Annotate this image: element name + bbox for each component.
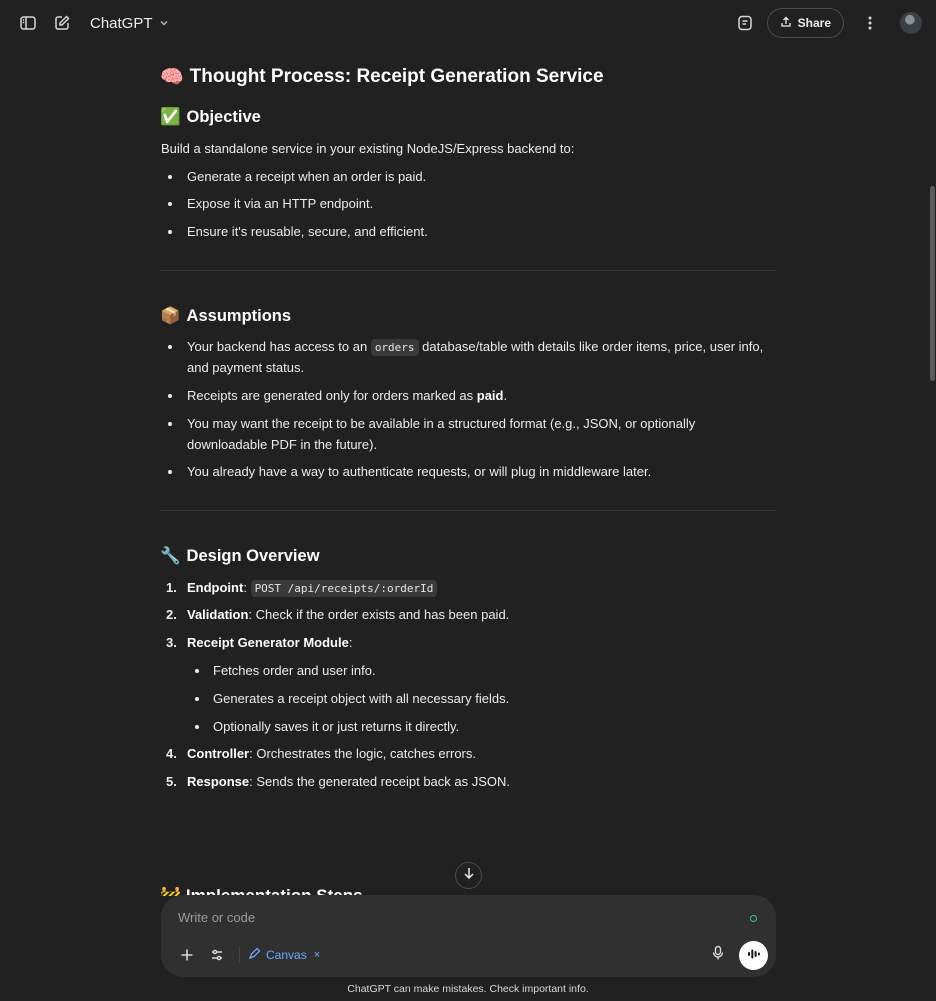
text-segment: . — [503, 387, 508, 403]
model-name: ChatGPT — [90, 14, 153, 32]
composer-tools: Canvas × — [175, 943, 320, 967]
assumptions-heading: 📦 Assumptions — [160, 303, 776, 329]
plus-icon[interactable] — [175, 943, 199, 967]
status-dot-icon — [750, 915, 757, 922]
text-segment: Your backend has access to an — [187, 339, 371, 355]
step-text: : Sends the generated receipt back as JS… — [249, 774, 511, 790]
package-icon: 📦 — [160, 305, 181, 325]
wrench-icon: 🔧 — [160, 546, 181, 566]
more-options-icon[interactable] — [854, 7, 886, 39]
bold-text: paid — [476, 387, 504, 403]
objective-list: Generate a receipt when an order is paid… — [160, 167, 776, 243]
scrollbar-thumb[interactable] — [930, 186, 935, 381]
step-label: Receipt Generator Module — [187, 635, 349, 651]
list-item: 2. Validation: Check if the order exists … — [160, 605, 776, 626]
message-title: 🧠 Thought Process: Receipt Generation Se… — [160, 62, 776, 92]
canvas-document-icon[interactable] — [729, 7, 761, 39]
avatar[interactable] — [900, 12, 922, 34]
list-item: Ensure it's reusable, secure, and effici… — [160, 222, 776, 243]
tools-sliders-icon[interactable] — [205, 943, 229, 967]
list-item: 1. Endpoint: POST /api/receipts/:orderId — [160, 578, 776, 599]
inline-code: orders — [370, 339, 419, 357]
check-mark-icon: ✅ — [160, 107, 181, 127]
share-label: Share — [797, 16, 831, 30]
share-icon — [780, 16, 792, 31]
design-heading-text: Design Overview — [186, 547, 320, 566]
step-label: Validation — [187, 607, 249, 623]
design-heading: 🔧 Design Overview — [160, 543, 776, 569]
step-text: : Check if the order exists and has been… — [248, 607, 510, 623]
objective-heading-text: Objective — [186, 108, 261, 127]
scrollbar[interactable] — [929, 46, 936, 1001]
step-number: 2. — [166, 607, 177, 623]
title-text: Thought Process: Receipt Generation Serv… — [189, 66, 604, 87]
step-label: Response — [187, 774, 250, 790]
text-segment: Receipts are generated only for orders m… — [187, 387, 477, 403]
disclaimer-footer: ChatGPT can make mistakes. Check importa… — [347, 983, 589, 995]
brain-icon: 🧠 — [160, 66, 184, 88]
objective-intro: Build a standalone service in your exist… — [161, 140, 575, 156]
list-item: 5. Response: Sends the generated receipt … — [160, 772, 776, 793]
list-item: Generates a receipt object with all nece… — [187, 689, 776, 710]
message-composer[interactable]: Write or code Canvas × — [161, 895, 776, 977]
waveform-icon — [747, 947, 761, 965]
list-item: 4. Controller: Orchestrates the logic, ca… — [160, 744, 776, 765]
step-number: 1. — [166, 579, 177, 595]
composer-input[interactable]: Write or code — [178, 910, 255, 925]
list-item: Fetches order and user info. — [187, 661, 776, 682]
arrow-down-icon — [462, 866, 476, 885]
share-button[interactable]: Share — [766, 8, 844, 38]
step-number: 3. — [166, 635, 177, 651]
step-label: Controller — [187, 746, 250, 762]
list-item: Expose it via an HTTP endpoint. — [160, 194, 776, 215]
sidebar-toggle-icon[interactable] — [12, 7, 44, 39]
list-item: Your backend has access to an orders dat… — [160, 337, 776, 379]
list-item: You already have a way to authenticate r… — [160, 462, 776, 483]
list-item: Generate a receipt when an order is paid… — [160, 167, 776, 188]
new-chat-icon[interactable] — [46, 7, 78, 39]
assumptions-heading-text: Assumptions — [186, 306, 292, 325]
objective-heading: ✅ Objective — [160, 104, 776, 130]
assistant-message: 🧠 Thought Process: Receipt Generation Se… — [160, 62, 776, 801]
step-text: : — [243, 579, 251, 595]
assumptions-list: Your backend has access to an orders dat… — [160, 337, 776, 483]
microphone-icon[interactable] — [706, 941, 730, 965]
list-item: You may want the receipt to be available… — [160, 414, 776, 456]
design-steps-list: 1. Endpoint: POST /api/receipts/:orderId … — [160, 578, 776, 793]
step-label: Endpoint — [187, 579, 244, 595]
sub-list: Fetches order and user info. Generates a… — [187, 661, 776, 737]
canvas-pen-icon — [248, 947, 261, 963]
list-item: Optionally saves it or just returns it d… — [187, 717, 776, 738]
step-text: : — [348, 635, 353, 651]
inline-code: POST /api/receipts/:orderId — [250, 579, 438, 597]
step-number: 5. — [166, 774, 177, 790]
step-number: 4. — [166, 746, 177, 762]
close-icon[interactable]: × — [314, 949, 320, 961]
voice-mode-button[interactable] — [739, 941, 768, 970]
canvas-chip[interactable]: Canvas × — [239, 947, 320, 963]
divider — [160, 510, 776, 512]
list-item: Receipts are generated only for orders m… — [160, 386, 776, 407]
divider — [160, 269, 776, 271]
step-text: : Orchestrates the logic, catches errors… — [249, 746, 476, 762]
chevron-down-icon — [159, 15, 169, 32]
model-selector[interactable]: ChatGPT — [90, 15, 169, 32]
canvas-label: Canvas — [266, 948, 307, 962]
top-bar: ChatGPT Share — [0, 0, 936, 46]
scroll-to-bottom-button[interactable] — [455, 862, 482, 889]
list-item: 3. Receipt Generator Module: Fetches orde… — [160, 633, 776, 737]
